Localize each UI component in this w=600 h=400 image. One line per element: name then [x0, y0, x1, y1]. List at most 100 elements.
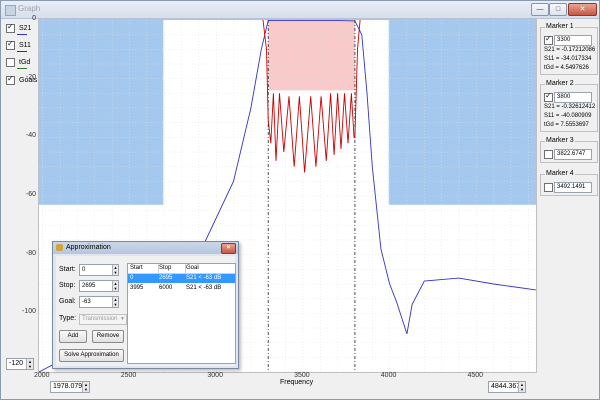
goal-spinner-icon[interactable]: ▲ ▼: [112, 297, 118, 307]
stopband-goal-region: [388, 20, 536, 205]
marker-4-frequency-input[interactable]: 3492.1491: [554, 182, 592, 193]
row-start: 3995: [130, 285, 144, 291]
solve-approximation-button[interactable]: Solve Approximation: [59, 349, 124, 362]
start-value: 0: [82, 267, 86, 273]
s21-label: S21: [19, 25, 32, 32]
marker-1-checkbox[interactable]: [544, 34, 553, 45]
stop-value: 2695: [82, 283, 96, 289]
remove-button[interactable]: Remove: [92, 330, 124, 343]
x-tick-label: 4500: [467, 372, 484, 379]
x-tick-label: 4000: [380, 372, 397, 379]
marker-1-title: Marker 1: [545, 23, 575, 30]
table-row[interactable]: 3995 6000 S21 < -63 dB: [128, 284, 235, 293]
start-spinner-icon[interactable]: ▲ ▼: [112, 265, 118, 275]
marker-2-checkbox[interactable]: [544, 91, 553, 102]
legend-s21[interactable]: S21: [6, 22, 32, 33]
marker-2-s21: S21 = -0.32612412: [544, 104, 596, 110]
type-value: Transmission: [82, 316, 118, 322]
marker-1-tgd: tGd = 4.5497626: [544, 65, 589, 71]
marker-4-checkbox[interactable]: [544, 183, 553, 192]
window-title: Graph: [18, 4, 41, 13]
row-stop: 6000: [159, 285, 173, 291]
row-goal: S21 < -63 dB: [186, 275, 222, 281]
ymin-spinner-icon[interactable]: ▲ ▼: [26, 359, 33, 369]
type-label: Type:: [59, 315, 77, 322]
column-header-goal[interactable]: Goal: [184, 264, 236, 273]
marker-2-title: Marker 2: [545, 80, 575, 87]
type-select[interactable]: Transmission ▼: [79, 314, 127, 325]
passband-goal-region: [268, 20, 355, 91]
marker-3-title: Marker 3: [545, 137, 575, 144]
goals-table-header: Start Stop Goal: [128, 264, 235, 274]
tgd-checkbox[interactable]: [6, 58, 15, 67]
column-header-start[interactable]: Start: [128, 264, 159, 273]
goals-checkbox[interactable]: [6, 74, 15, 85]
s21-checkbox[interactable]: [6, 22, 15, 33]
marker-1-frequency-input[interactable]: 3300: [554, 35, 592, 46]
s21-legend-line: [17, 34, 27, 35]
x-axis-title: Frequency: [280, 379, 314, 386]
goals-table: Start Stop Goal 0 2695 S21 < -63 dB 3995…: [127, 263, 236, 364]
xmax-input[interactable]: 4844.367 ▲ ▼: [488, 381, 526, 393]
ymin-input[interactable]: -120 ▲ ▼: [6, 358, 34, 370]
start-input[interactable]: 0 ▲ ▼: [79, 264, 119, 276]
marker-3-group: Marker 3 3822.6747: [540, 137, 598, 163]
approximation-body: Start: 0 ▲ ▼ Stop: 2695 ▲ ▼ Goal: -63 ▲ ▼ T…: [56, 256, 236, 366]
tgd-legend-line: [17, 68, 27, 69]
ymin-value: -120: [9, 360, 24, 367]
y-tick-label: -40: [25, 132, 36, 140]
chevron-down-icon: ▼: [120, 316, 125, 322]
start-label: Start:: [59, 266, 76, 273]
s11-checkbox[interactable]: [6, 39, 15, 50]
marker-3-checkbox[interactable]: [544, 150, 553, 159]
y-tick-label: -20: [25, 73, 36, 81]
stop-spinner-icon[interactable]: ▲ ▼: [112, 281, 118, 291]
x-tick-label: 3500: [294, 372, 310, 379]
minimize-button[interactable]: —: [531, 3, 549, 16]
s11-legend-line: [17, 51, 27, 52]
xmax-value: 4844.367: [491, 383, 521, 390]
approximation-title: Approximation: [66, 244, 111, 251]
legend-s11[interactable]: S11: [6, 39, 31, 50]
y-tick-label: -80: [25, 249, 36, 257]
y-tick-label: -60: [25, 191, 36, 198]
goal-value: -63: [82, 299, 91, 305]
x-tick-label: 2500: [120, 372, 137, 379]
tgd-label: tGd: [19, 59, 31, 66]
marker-4-title: Marker 4: [545, 170, 575, 177]
marker-3-frequency-input[interactable]: 3822.6747: [554, 149, 592, 160]
stop-input[interactable]: 2695 ▲ ▼: [79, 280, 119, 292]
legend-tgd[interactable]: tGd: [6, 58, 30, 67]
column-header-stop[interactable]: Stop: [157, 264, 186, 273]
row-start: 0: [130, 275, 134, 281]
xmin-input[interactable]: 1978.0791 ▲ ▼: [50, 381, 90, 393]
approximation-dialog: Approximation ✕ Start: 0 ▲ ▼ Stop: 2695 ▲…: [52, 241, 239, 369]
marker-1-s11: S11 = -34.017334: [544, 56, 592, 62]
s11-label: S11: [19, 42, 31, 49]
close-button[interactable]: ✕: [568, 3, 597, 16]
approximation-close-button[interactable]: ✕: [221, 243, 236, 254]
marker-1-group: Marker 1 3300 S21 = -0.17212086 S11 = -3…: [540, 23, 598, 75]
xmin-spinner-icon[interactable]: ▲ ▼: [82, 382, 89, 392]
table-row[interactable]: 0 2695 S21 < -63 dB: [128, 274, 235, 283]
x-tick-label: 2000: [34, 372, 50, 379]
approximation-title-bar[interactable]: Approximation ✕: [53, 242, 238, 254]
marker-4-group: Marker 4 3492.1491: [540, 170, 598, 196]
add-button[interactable]: Add: [59, 330, 87, 343]
x-tick-label: 3000: [207, 372, 223, 379]
marker-2-s11: S11 = -40.080909: [544, 113, 592, 119]
y-tick-label: 0: [32, 15, 36, 22]
marker-2-tgd: tGd = 7.5553697: [544, 122, 589, 128]
row-stop: 2695: [159, 275, 173, 281]
title-bar[interactable]: Graph — □ ✕: [1, 1, 599, 19]
marker-2-frequency-input[interactable]: 3800: [554, 92, 592, 103]
stopband-goal-region: [39, 20, 164, 205]
marker-2-group: Marker 2 3800 S21 = -0.32612412 S11 = -4…: [540, 80, 598, 132]
stop-label: Stop:: [59, 282, 76, 289]
row-goal: S21 < -63 dB: [186, 285, 222, 291]
goal-label: Goal:: [59, 298, 76, 305]
maximize-button[interactable]: □: [549, 3, 567, 16]
app-icon: [5, 5, 16, 16]
goal-input[interactable]: -63 ▲ ▼: [79, 296, 119, 308]
xmax-spinner-icon[interactable]: ▲ ▼: [518, 382, 525, 392]
